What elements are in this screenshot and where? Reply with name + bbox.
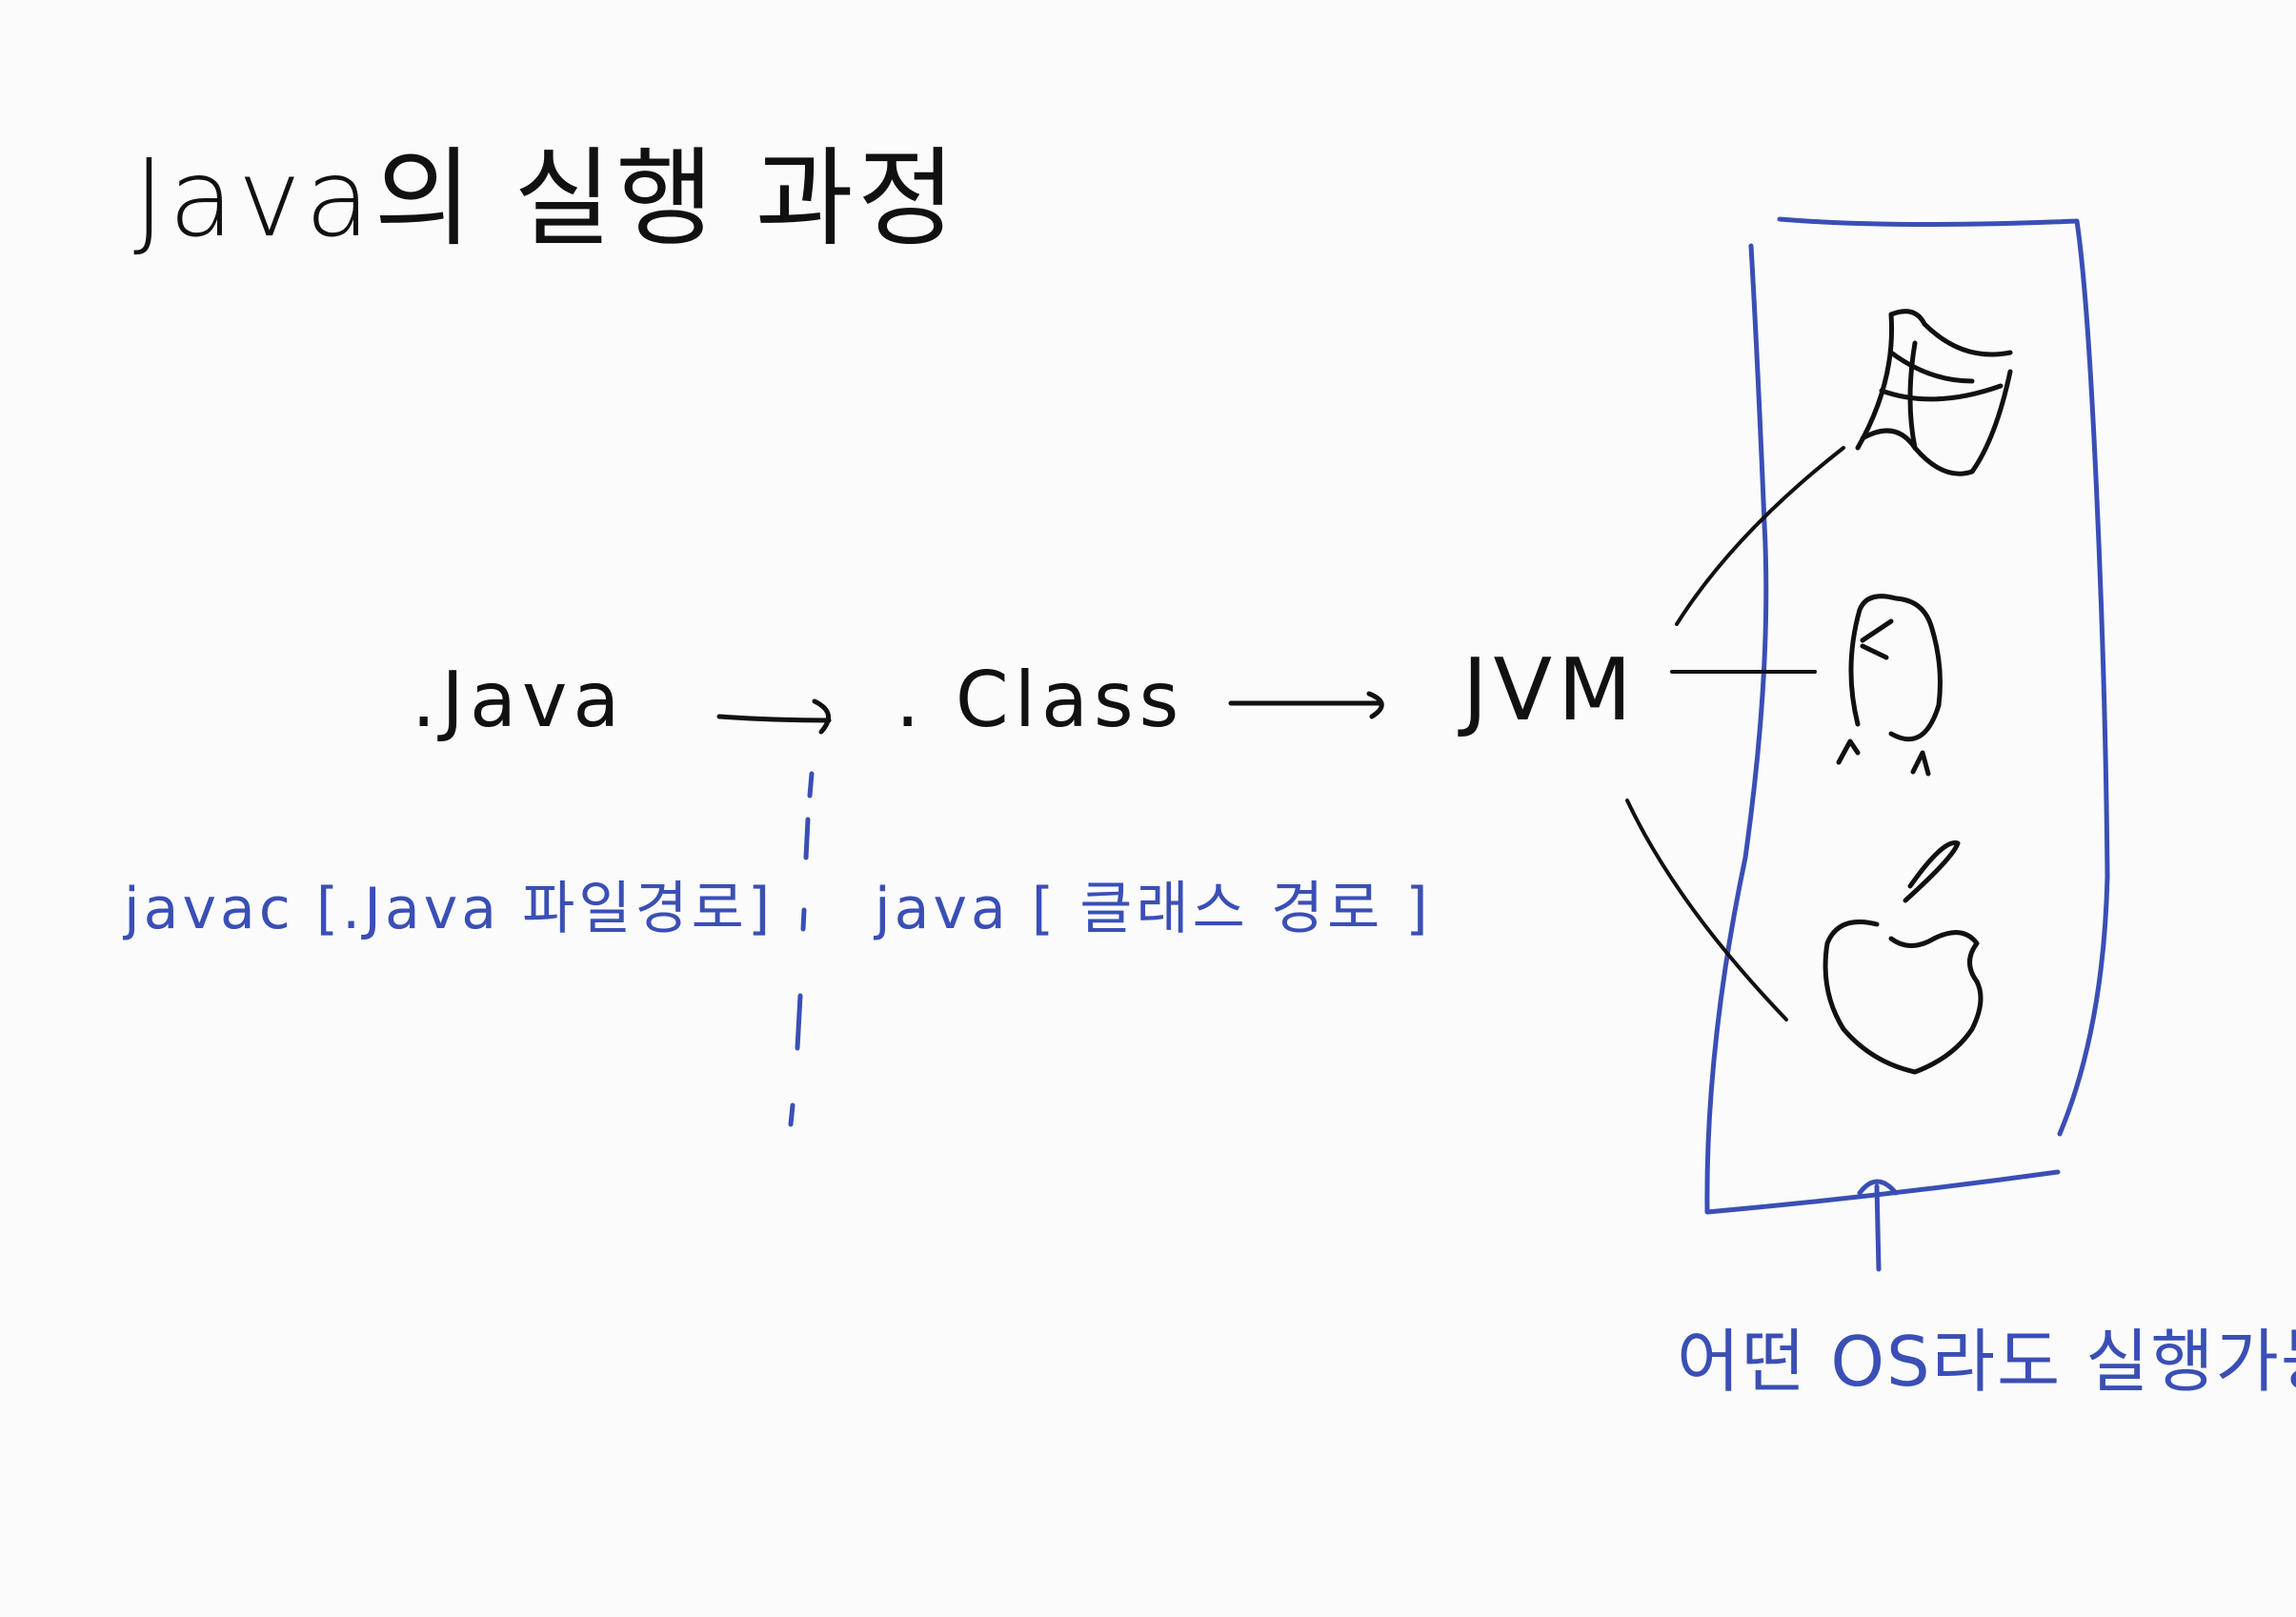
node-class-file: . Class: [896, 656, 1185, 744]
dashed-divider: [788, 771, 815, 1127]
os-note: 어떤 OS라도 실행가능!: [1677, 1322, 2296, 1402]
node-jvm: JVM: [1462, 640, 1638, 740]
page-title: Java의 실행 과정: [133, 137, 959, 261]
java-command: java [ 클래스 경로 ]: [875, 876, 1432, 942]
arrow-java-to-class: [716, 698, 832, 735]
apple-logo-icon: [1823, 840, 1984, 1075]
jvm-connectors: [1625, 446, 1845, 1021]
linux-penguin-icon: [1836, 594, 1943, 777]
os-box: [1704, 216, 2110, 1215]
windows-logo-icon: [1855, 309, 2013, 476]
arrow-class-to-jvm: [1228, 691, 1384, 719]
node-java-source: .Java: [412, 656, 626, 744]
javac-command: javac [.Java 파일경로]: [124, 876, 775, 942]
